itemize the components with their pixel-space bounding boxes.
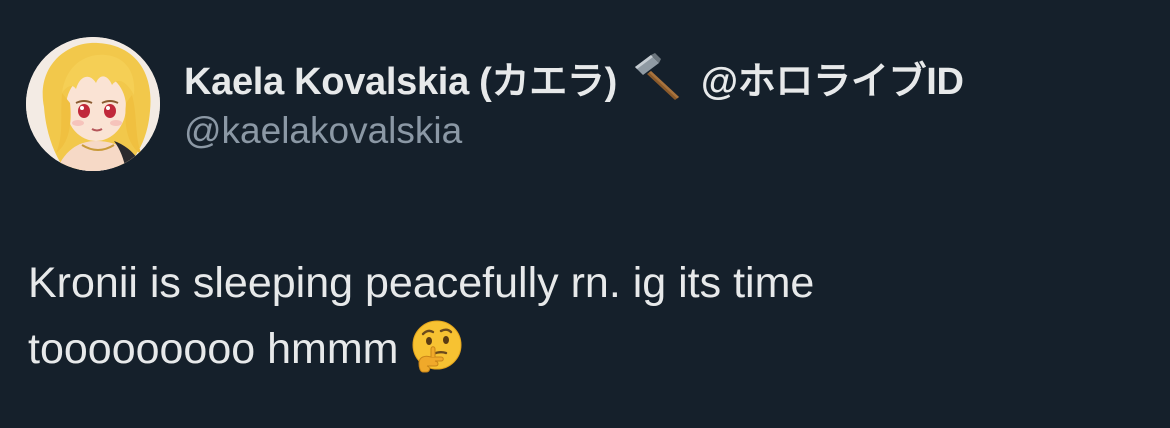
thinking-face-icon bbox=[409, 319, 465, 375]
avatar[interactable] bbox=[26, 37, 160, 171]
tweet-text-segment: tooooooooo hmmm bbox=[28, 325, 399, 373]
tweet-text: Kronii is sleeping peacefully rn. ig its… bbox=[28, 250, 1138, 382]
tweet-text-line: Kronii is sleeping peacefully rn. ig its… bbox=[28, 259, 815, 307]
hammer-icon bbox=[629, 53, 687, 101]
tweet-card: Kaela Kovalskia (カエラ) @ホロライブID @kaelakov… bbox=[0, 0, 1170, 428]
author-affiliation[interactable]: @ホロライブID bbox=[701, 50, 964, 105]
tweet-text-line: tooooooooo hmmm bbox=[28, 316, 1138, 382]
author-name-row[interactable]: Kaela Kovalskia (カエラ) @ホロライブID bbox=[184, 53, 964, 103]
author-display-name[interactable]: Kaela Kovalskia (カエラ) bbox=[184, 50, 617, 105]
author-handle[interactable]: @kaelakovalskia bbox=[184, 108, 462, 154]
